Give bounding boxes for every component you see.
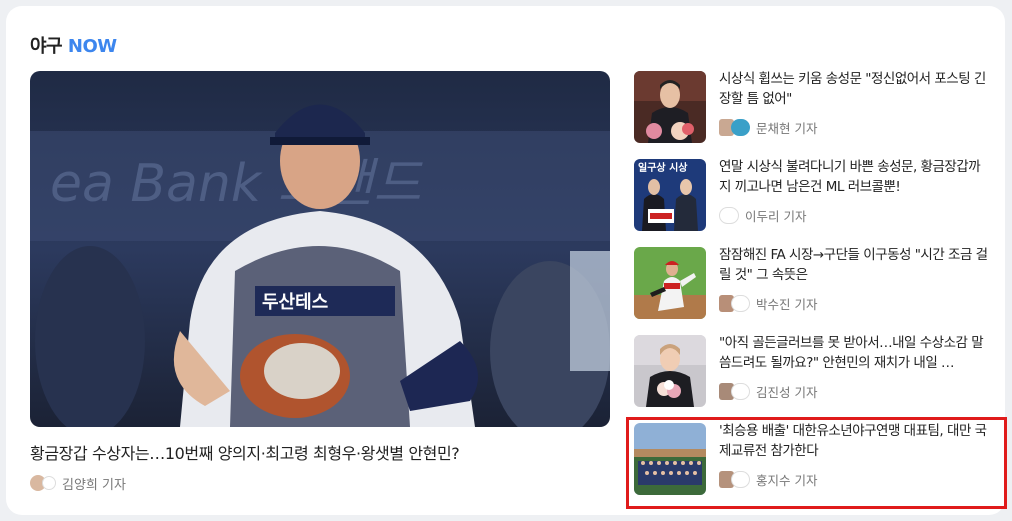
news-title[interactable]: 잠잠해진 FA 시장→구단들 이구동성 "시간 조금 걸릴 것" 그 속뜻은	[719, 245, 989, 285]
section-title-accent: NOW	[67, 36, 117, 57]
list-item[interactable]: 일구상 시상 연말 시상식 불려다니기 바쁜 송성문, 황금장갑까지 끼고나면 …	[632, 159, 1002, 233]
reporter-name: 문채현 기자	[756, 120, 818, 136]
highlight-box	[626, 417, 1007, 509]
section-title: 야구 NOW	[30, 32, 117, 58]
press-logo-icon	[731, 382, 750, 400]
section-title-prefix: 야구	[30, 36, 63, 57]
news-byline: 이두리 기자	[719, 205, 806, 225]
baseball-now-card: 야구 NOW ea Bank 브랜드 두산테스 황금장갑 수상자는…10번째 양…	[6, 6, 1007, 515]
svg-text:일구상 시상: 일구상 시상	[638, 161, 688, 174]
news-byline: 문채현 기자	[719, 117, 817, 137]
catcher-photo: ea Bank 브랜드 두산테스	[30, 71, 610, 427]
press-logo-icon	[719, 206, 739, 224]
list-item[interactable]: 시상식 휩쓰는 키움 송성문 "정신없어서 포스팅 긴장할 틈 없어" 문채현 …	[632, 71, 1002, 145]
main-story-photo[interactable]: ea Bank 브랜드 두산테스	[30, 71, 610, 427]
news-title[interactable]: 연말 시상식 불려다니기 바쁜 송성문, 황금장갑까지 끼고나면 남은건 ML …	[719, 157, 989, 197]
news-byline: 김진성 기자	[719, 381, 817, 401]
news-title[interactable]: "아직 골든글러브를 못 받아서…내일 수상소감 말씀드려도 될까요?" 안현민…	[719, 333, 989, 373]
press-logo-icon	[731, 294, 750, 312]
press-logo-icon	[731, 118, 750, 136]
main-reporter-name: 김양희 기자	[62, 477, 126, 493]
news-thumbnail[interactable]	[634, 71, 706, 143]
reporter-name: 박수진 기자	[756, 296, 818, 312]
reporter-name: 김진성 기자	[756, 384, 818, 400]
news-thumbnail[interactable]	[634, 247, 706, 319]
news-byline: 박수진 기자	[719, 293, 817, 313]
main-headline[interactable]: 황금장갑 수상자는…10번째 양의지·최고령 최형우·왕샛별 안현민?	[30, 440, 610, 464]
news-thumbnail[interactable]	[634, 335, 706, 407]
press-logo-icon	[42, 476, 56, 490]
list-item[interactable]: "아직 골든글러브를 못 받아서…내일 수상소감 말씀드려도 될까요?" 안현민…	[632, 335, 1002, 409]
svg-text:ea Bank 브랜드: ea Bank 브랜드	[50, 154, 423, 214]
svg-text:두산테스: 두산테스	[262, 292, 328, 313]
reporter-name: 이두리 기자	[745, 208, 807, 224]
news-thumbnail[interactable]: 일구상 시상	[634, 159, 706, 231]
news-title[interactable]: 시상식 휩쓰는 키움 송성문 "정신없어서 포스팅 긴장할 틈 없어"	[719, 69, 989, 109]
list-item[interactable]: 잠잠해진 FA 시장→구단들 이구동성 "시간 조금 걸릴 것" 그 속뜻은 박…	[632, 247, 1002, 321]
main-byline: 김양희 기자	[30, 472, 126, 494]
